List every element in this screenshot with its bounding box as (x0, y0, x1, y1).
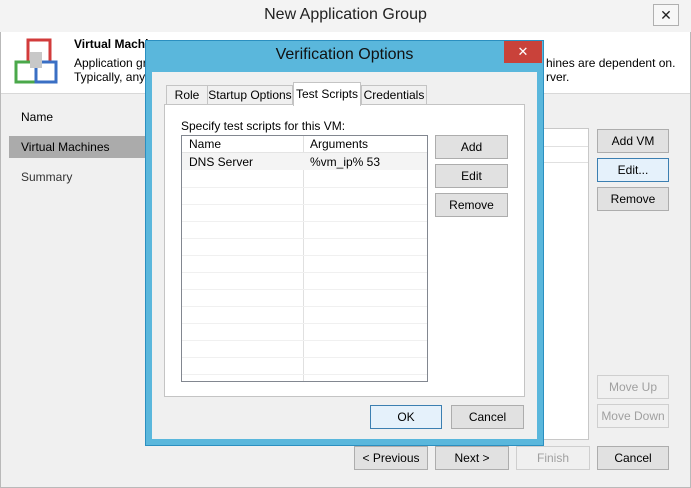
row-line (182, 238, 427, 239)
header-description-right: hines are dependent on. rver. (546, 56, 675, 84)
next-button[interactable]: Next > (435, 446, 509, 470)
test-scripts-instruction: Specify test scripts for this VM: (181, 119, 346, 133)
vm-list-grid[interactable] (540, 128, 589, 440)
row-arguments-cell: %vm_ip% 53 (310, 155, 381, 169)
move-down-button[interactable]: Move Down (597, 404, 669, 428)
tab-test-scripts[interactable]: Test Scripts (293, 82, 361, 106)
row-line (182, 221, 427, 222)
column-header-name[interactable]: Name (182, 136, 303, 153)
window-close-icon[interactable]: ✕ (653, 4, 679, 26)
nav-item-name[interactable]: Name (9, 106, 157, 128)
column-header-arguments[interactable]: Arguments (303, 136, 427, 153)
column-separator (303, 136, 304, 381)
dialog-title: Verification Options (275, 46, 414, 63)
dialog-ok-button[interactable]: OK (370, 405, 442, 429)
vm-grid-line (541, 146, 588, 147)
row-line (182, 255, 427, 256)
row-line (182, 340, 427, 341)
vm-grid-line (541, 162, 588, 163)
window-title: New Application Group (264, 6, 427, 23)
row-line (182, 306, 427, 307)
tab-startup-options[interactable]: Startup Options (207, 85, 293, 106)
cancel-button[interactable]: Cancel (597, 446, 669, 470)
remove-script-button[interactable]: Remove (435, 193, 508, 217)
row-line (182, 204, 427, 205)
row-line (182, 187, 427, 188)
finish-button[interactable]: Finish (516, 446, 590, 470)
add-script-button[interactable]: Add (435, 135, 508, 159)
header-desc-right-1: hines are dependent on. (546, 56, 676, 70)
row-line (182, 289, 427, 290)
row-line (182, 272, 427, 273)
edit-script-button[interactable]: Edit (435, 164, 508, 188)
move-up-button[interactable]: Move Up (597, 375, 669, 399)
application-group-logo-icon (14, 38, 58, 84)
row-name-cell: DNS Server (189, 155, 254, 169)
remove-vm-button[interactable]: Remove (597, 187, 669, 211)
row-line (182, 323, 427, 324)
edit-vm-button[interactable]: Edit... (597, 158, 669, 182)
tab-role[interactable]: Role (166, 85, 208, 106)
dialog-cancel-button[interactable]: Cancel (451, 405, 524, 429)
header-desc-right-2: rver. (546, 70, 570, 84)
nav-item-virtual-machines[interactable]: Virtual Machines (9, 136, 157, 158)
add-vm-button[interactable]: Add VM (597, 129, 669, 153)
row-line (182, 357, 427, 358)
test-scripts-list[interactable] (181, 135, 428, 382)
previous-button[interactable]: < Previous (354, 446, 428, 470)
dialog-close-icon[interactable]: ✕ (504, 41, 542, 63)
row-line (182, 374, 427, 375)
tab-credentials[interactable]: Credentials (361, 85, 427, 106)
nav-item-summary[interactable]: Summary (9, 166, 157, 188)
